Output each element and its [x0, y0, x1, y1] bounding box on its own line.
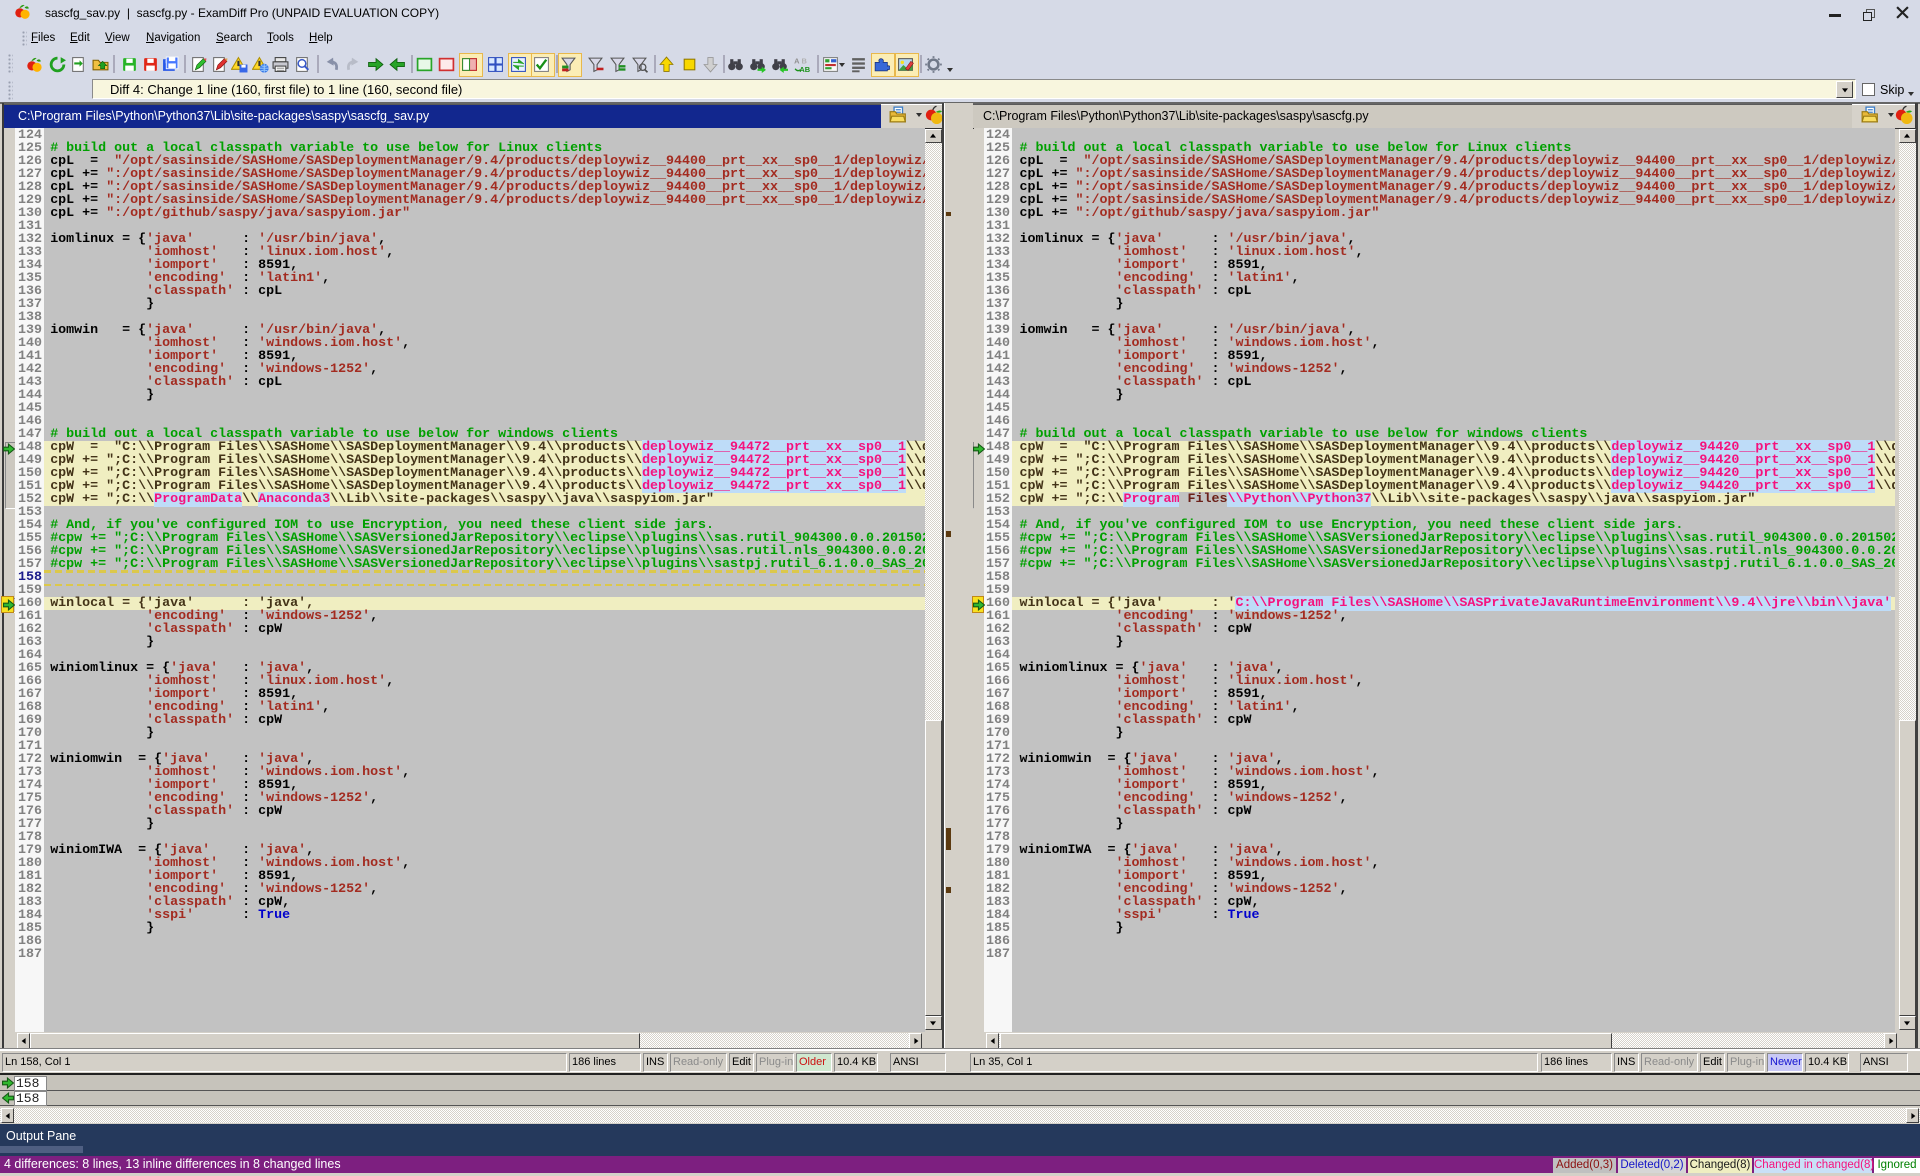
svg-text:AB: AB: [799, 65, 810, 73]
